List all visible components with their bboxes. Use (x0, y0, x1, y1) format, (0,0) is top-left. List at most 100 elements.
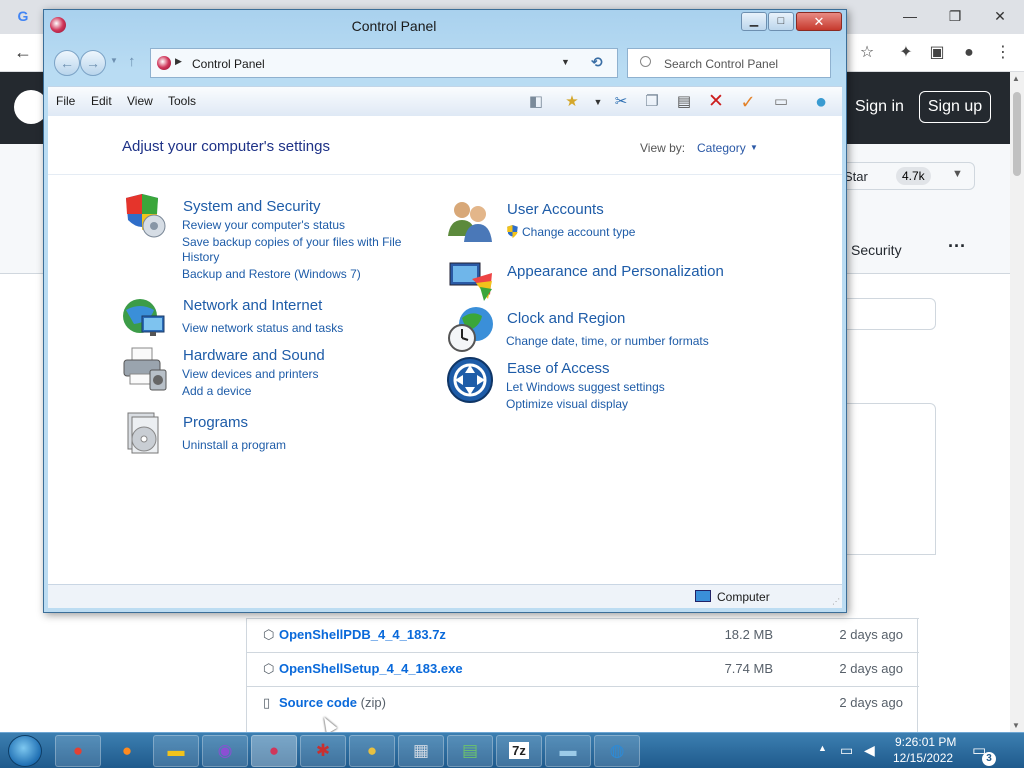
scroll-up-icon[interactable]: ▲ (1012, 74, 1020, 83)
category-appearance-and-personalization[interactable]: Appearance and Personalization (507, 263, 724, 280)
volume-icon[interactable]: ◀ (864, 742, 875, 759)
appearance-monitor-icon[interactable] (446, 255, 494, 303)
category-network-and-internet[interactable]: Network and Internet (183, 297, 322, 314)
side-panel-icon[interactable]: ▣ (926, 42, 948, 64)
asset-name[interactable]: OpenShellSetup_4_4_183.exe (279, 661, 463, 676)
link-suggest-settings[interactable]: Let Windows suggest settings (506, 380, 665, 394)
media-icon[interactable]: ◉ (202, 735, 248, 767)
cut-icon[interactable]: ✂ (609, 91, 633, 113)
category-clock-and-region[interactable]: Clock and Region (507, 310, 625, 327)
delete-icon[interactable]: ✕ (704, 91, 728, 113)
link-devices-printers[interactable]: View devices and printers (182, 367, 319, 381)
category-programs[interactable]: Programs (183, 414, 248, 431)
globe-icon[interactable]: ● (809, 91, 833, 113)
network-icon[interactable]: ▭ (840, 742, 853, 759)
folder-options-icon[interactable]: ★ (560, 91, 584, 113)
category-system-and-security[interactable]: System and Security (183, 198, 321, 215)
bookmark-star-icon[interactable]: ☆ (856, 42, 878, 64)
programs-disc-icon[interactable] (120, 409, 168, 457)
maximize-button[interactable]: □ (768, 12, 794, 31)
recent-pages-chevron-icon[interactable]: ▼ (110, 56, 118, 65)
menu-view[interactable]: View (127, 94, 153, 108)
asset-name[interactable]: Source code (zip) (279, 695, 386, 710)
resize-grip-icon[interactable]: ⋰ (832, 597, 840, 606)
copy-icon[interactable]: ❐ (640, 91, 664, 113)
minimize-button[interactable]: ▁ (741, 12, 767, 31)
asset-row[interactable]: ⬡ OpenShellPDB_4_4_183.7z 18.2 MB 2 days… (247, 618, 919, 652)
link-file-history-cont[interactable]: History (182, 250, 219, 264)
category-ease-of-access[interactable]: Ease of Access (507, 360, 610, 377)
page-scrollbar[interactable]: ▲ ▼ (1010, 72, 1024, 732)
back-arrow-icon[interactable]: ← (54, 50, 80, 76)
up-arrow-icon[interactable]: ↑ (128, 53, 136, 70)
link-network-status[interactable]: View network status and tasks (182, 321, 343, 335)
tab-security[interactable]: Security (851, 242, 902, 258)
view-by-chevron-icon[interactable]: ▼ (750, 143, 758, 152)
star-dropdown-icon[interactable]: ▼ (952, 168, 963, 180)
firefox-icon[interactable]: ● (104, 735, 150, 767)
shield-icon[interactable] (120, 192, 168, 240)
address-dropdown-icon[interactable]: ▼ (561, 57, 570, 67)
app-icon[interactable]: ▤ (447, 735, 493, 767)
breadcrumb[interactable]: Control Panel (192, 57, 265, 71)
sign-up-button[interactable]: Sign up (919, 91, 991, 123)
explorer-icon[interactable]: ▬ (153, 735, 199, 767)
dropdown-chevron-icon[interactable]: ▼ (586, 91, 610, 113)
7zip-icon[interactable]: 7z (496, 735, 542, 767)
printer-icon[interactable] (120, 344, 168, 392)
profile-icon[interactable]: ● (958, 42, 980, 64)
link-add-device[interactable]: Add a device (182, 384, 251, 398)
sign-in-link[interactable]: Sign in (855, 98, 904, 116)
asset-row[interactable]: ▯ Source code (zip) 2 days ago (247, 686, 919, 720)
link-change-account-type[interactable]: Change account type (522, 225, 635, 239)
link-backup-restore[interactable]: Backup and Restore (Windows 7) (182, 267, 361, 281)
browser-minimize-button[interactable]: — (900, 6, 920, 26)
link-file-history[interactable]: Save backup copies of your files with Fi… (182, 235, 401, 249)
start-button[interactable] (8, 735, 42, 767)
extensions-icon[interactable]: ✦ (895, 42, 917, 64)
browser-restore-button[interactable]: ❐ (945, 6, 965, 26)
users-icon[interactable] (446, 196, 494, 244)
search-input[interactable] (664, 54, 824, 74)
search-box[interactable] (627, 48, 831, 78)
scrollbar-thumb[interactable] (1013, 92, 1021, 176)
link-uninstall-program[interactable]: Uninstall a program (182, 438, 286, 452)
control-panel-icon[interactable]: ● (251, 735, 297, 767)
browser-menu-icon[interactable]: ⋮ (992, 42, 1014, 64)
clock-globe-icon[interactable] (446, 304, 494, 352)
browser-close-button[interactable]: ✕ (990, 6, 1010, 26)
link-change-date-time[interactable]: Change date, time, or number formats (506, 334, 709, 348)
paste-icon[interactable]: ▤ (672, 91, 696, 113)
app-icon[interactable]: ◍ (594, 735, 640, 767)
google-favicon-icon[interactable]: G (14, 7, 32, 25)
tray-overflow-icon[interactable]: ▲ (818, 743, 827, 753)
menu-tools[interactable]: Tools (168, 94, 196, 108)
network-globe-icon[interactable] (120, 294, 168, 342)
ease-of-access-icon[interactable] (446, 356, 494, 404)
rename-icon[interactable]: ▭ (769, 91, 793, 113)
menu-file[interactable]: File (56, 94, 75, 108)
clock-time[interactable]: 9:26:01 PM (895, 735, 956, 749)
app-icon[interactable]: ✱ (300, 735, 346, 767)
app-icon[interactable]: ● (349, 735, 395, 767)
app-icon[interactable]: ▦ (398, 735, 444, 767)
chrome-icon[interactable]: ● (55, 735, 101, 767)
forward-arrow-icon[interactable]: → (80, 50, 106, 76)
app-icon[interactable]: ▬ (545, 735, 591, 767)
link-optimize-display[interactable]: Optimize visual display (506, 397, 628, 411)
category-user-accounts[interactable]: User Accounts (507, 201, 604, 218)
more-tabs-icon[interactable]: ··· (948, 236, 966, 257)
link-review-status[interactable]: Review your computer's status (182, 218, 345, 232)
checkmark-icon[interactable]: ✓ (736, 91, 760, 113)
asset-name[interactable]: OpenShellPDB_4_4_183.7z (279, 627, 446, 642)
asset-row[interactable]: ⬡ OpenShellSetup_4_4_183.exe 7.74 MB 2 d… (247, 652, 919, 686)
refresh-icon[interactable]: ⟲ (591, 54, 603, 71)
star-button[interactable]: Star 4.7k ▼ (833, 162, 975, 190)
scroll-down-icon[interactable]: ▼ (1012, 721, 1020, 730)
title-bar[interactable]: Control Panel ▁ □ ✕ (44, 10, 846, 40)
category-hardware-and-sound[interactable]: Hardware and Sound (183, 347, 325, 364)
browser-back-icon[interactable]: ← (14, 42, 32, 63)
address-bar[interactable]: ▶ Control Panel ▼ ⟲ (150, 48, 618, 78)
breadcrumb-separator-icon[interactable]: ▶ (175, 56, 182, 67)
close-button[interactable]: ✕ (796, 12, 842, 31)
